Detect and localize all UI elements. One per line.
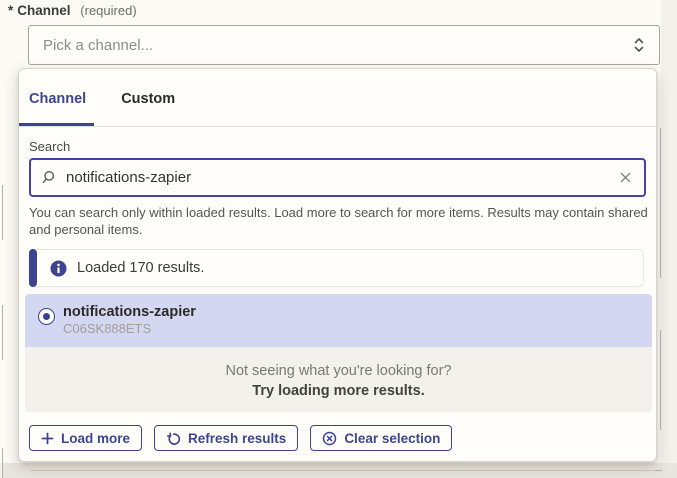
- search-input[interactable]: [64, 168, 617, 187]
- info-icon: [50, 260, 67, 277]
- info-banner-accent-bar: [29, 249, 37, 287]
- action-button-row: Load more Refresh results Clear selectio…: [29, 425, 452, 451]
- channel-dropdown-panel: Channel Custom Search You can search onl…: [18, 68, 657, 462]
- load-more-label: Load more: [61, 431, 130, 446]
- refresh-results-button[interactable]: Refresh results: [154, 425, 298, 451]
- background-field-border: [2, 448, 3, 478]
- background-field-border: [655, 470, 662, 471]
- refresh-results-label: Refresh results: [188, 431, 286, 446]
- option-name: notifications-zapier: [63, 304, 196, 321]
- clear-selection-label: Clear selection: [344, 431, 440, 446]
- search-icon: [41, 170, 56, 185]
- search-label: Search: [29, 139, 70, 154]
- search-help-text: You can search only within loaded result…: [29, 204, 651, 238]
- slack-channel-picker-screen: * Channel (required) Pick a channel... Ch…: [0, 0, 677, 478]
- tab-custom[interactable]: Custom: [121, 91, 175, 126]
- background-field-border: [30, 470, 655, 471]
- plus-icon: [41, 432, 54, 445]
- search-input-wrapper: [29, 158, 646, 197]
- refresh-icon: [166, 431, 181, 446]
- clear-search-icon[interactable]: [617, 169, 634, 186]
- radio-selected-icon[interactable]: [38, 308, 55, 325]
- load-more-hint: Not seeing what you're looking for? Try …: [25, 347, 652, 412]
- select-placeholder: Pick a channel...: [43, 37, 633, 54]
- required-asterisk: *: [8, 3, 13, 18]
- chevron-updown-icon: [633, 37, 645, 53]
- info-banner: Loaded 170 results.: [29, 249, 644, 287]
- info-banner-text: Loaded 170 results.: [77, 260, 204, 276]
- background-field-border: [2, 305, 3, 360]
- field-label-text: Channel: [17, 3, 70, 18]
- background-field-border: [660, 128, 661, 278]
- load-more-button[interactable]: Load more: [29, 425, 142, 451]
- field-label: * Channel (required): [8, 3, 137, 18]
- clear-circle-icon: [322, 431, 337, 446]
- tab-bar: Channel Custom: [19, 69, 656, 127]
- required-note: (required): [80, 3, 136, 18]
- tab-channel-label: Channel: [29, 91, 86, 107]
- background-field-border: [2, 185, 3, 240]
- hint-line-2: Try loading more results.: [25, 381, 652, 401]
- channel-select[interactable]: Pick a channel...: [28, 25, 660, 65]
- tab-channel[interactable]: Channel: [29, 91, 86, 126]
- clear-selection-button[interactable]: Clear selection: [310, 425, 452, 451]
- tab-custom-label: Custom: [121, 91, 175, 107]
- option-id: C06SK888ETS: [63, 321, 196, 336]
- channel-option-selected[interactable]: notifications-zapier C06SK888ETS: [25, 294, 652, 347]
- background-field-border: [660, 330, 661, 430]
- hint-line-1: Not seeing what you're looking for?: [25, 361, 652, 381]
